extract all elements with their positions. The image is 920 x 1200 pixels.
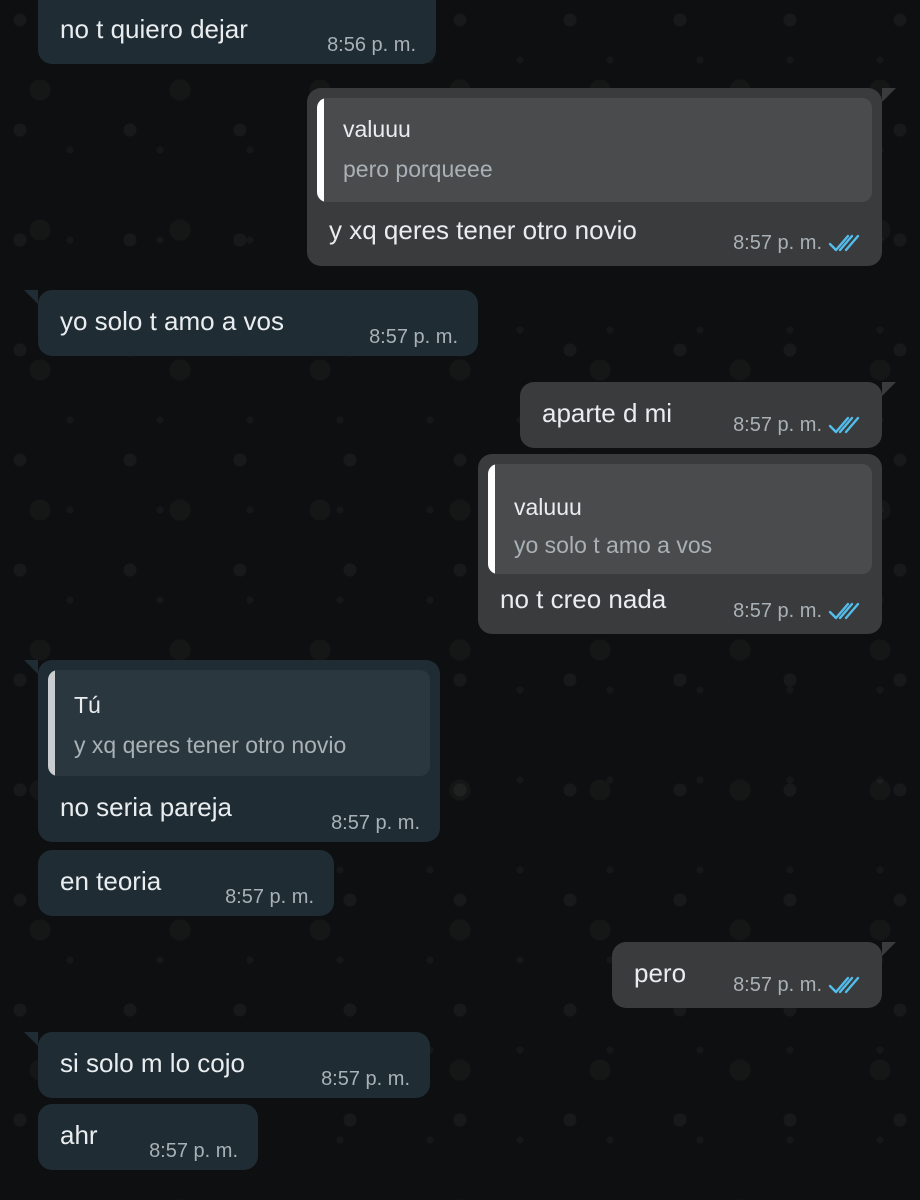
message-text: aparte d mi [542, 398, 673, 428]
quoted-message[interactable]: valuuu yo solo t amo a vos [488, 464, 872, 574]
message-bubble-outgoing[interactable]: pero 8:57 p. m. [612, 942, 896, 1008]
message-meta: 8:57 p. m. [733, 414, 862, 436]
message-time: 8:57 p. m. [225, 886, 314, 908]
double-check-icon [828, 416, 860, 434]
message-text: yo solo t amo a vos [60, 306, 284, 336]
message-bubble-outgoing[interactable]: valuuu yo solo t amo a vos no t creo nad… [478, 454, 882, 634]
message-time: 8:57 p. m. [321, 1068, 410, 1090]
quote-text: pero porqueee [343, 156, 493, 182]
message-text: en teoria [60, 866, 162, 896]
message-meta: 8:57 p. m. [149, 1140, 238, 1162]
message-meta: 8:57 p. m. [321, 1068, 410, 1090]
message-meta: 8:57 p. m. [733, 600, 862, 622]
message-text: no seria pareja [60, 792, 232, 822]
quoted-message[interactable]: Tú y xq qeres tener otro novio [48, 670, 430, 776]
message-time: 8:57 p. m. [733, 232, 822, 254]
message-text: y xq qeres tener otro novio [329, 215, 637, 245]
message-text: no t quiero dejar [60, 14, 248, 44]
message-meta: 8:57 p. m. [331, 812, 420, 834]
message-text: no t creo nada [500, 584, 667, 614]
message-meta: 8:57 p. m. [733, 974, 862, 996]
message-time: 8:57 p. m. [149, 1140, 238, 1162]
message-text: pero [634, 958, 687, 988]
quote-author: valuuu [514, 494, 582, 520]
chat-message-list[interactable]: no t quiero dejar 8:56 p. m. valuuu pero… [0, 0, 920, 1200]
message-time: 8:57 p. m. [733, 414, 822, 436]
double-check-icon [828, 976, 860, 994]
message-time: 8:56 p. m. [327, 34, 416, 56]
message-time: 8:57 p. m. [733, 600, 822, 622]
quoted-message[interactable]: valuuu pero porqueee [317, 98, 872, 202]
message-text: ahr [60, 1120, 98, 1150]
message-bubble-incoming[interactable]: en teoria 8:57 p. m. [38, 850, 334, 916]
message-time: 8:57 p. m. [331, 812, 420, 834]
message-bubble-outgoing[interactable]: valuuu pero porqueee y xq qeres tener ot… [307, 88, 896, 266]
quote-author: Tú [74, 692, 101, 718]
double-check-icon [828, 602, 860, 620]
message-bubble-outgoing[interactable]: aparte d mi 8:57 p. m. [520, 382, 896, 448]
message-bubble-incoming[interactable]: si solo m lo cojo 8:57 p. m. [24, 1032, 430, 1098]
quote-accent-bar [317, 98, 324, 202]
quote-text: y xq qeres tener otro novio [74, 732, 347, 758]
message-meta: 8:57 p. m. [369, 326, 458, 348]
message-meta: 8:56 p. m. [327, 34, 416, 56]
message-bubble-incoming[interactable]: Tú y xq qeres tener otro novio no seria … [24, 660, 440, 842]
message-meta: 8:57 p. m. [733, 232, 862, 254]
message-bubble-incoming[interactable]: yo solo t amo a vos 8:57 p. m. [24, 290, 478, 356]
message-time: 8:57 p. m. [369, 326, 458, 348]
quote-accent-bar [48, 670, 55, 776]
quote-accent-bar [488, 464, 495, 574]
message-meta: 8:57 p. m. [225, 886, 314, 908]
double-check-icon [828, 234, 860, 252]
quote-text: yo solo t amo a vos [514, 532, 713, 558]
message-bubble-incoming[interactable]: no t quiero dejar 8:56 p. m. [38, 0, 436, 64]
message-bubble-incoming[interactable]: ahr 8:57 p. m. [38, 1104, 258, 1170]
message-time: 8:57 p. m. [733, 974, 822, 996]
message-text: si solo m lo cojo [60, 1048, 245, 1078]
quote-author: valuuu [343, 116, 411, 142]
